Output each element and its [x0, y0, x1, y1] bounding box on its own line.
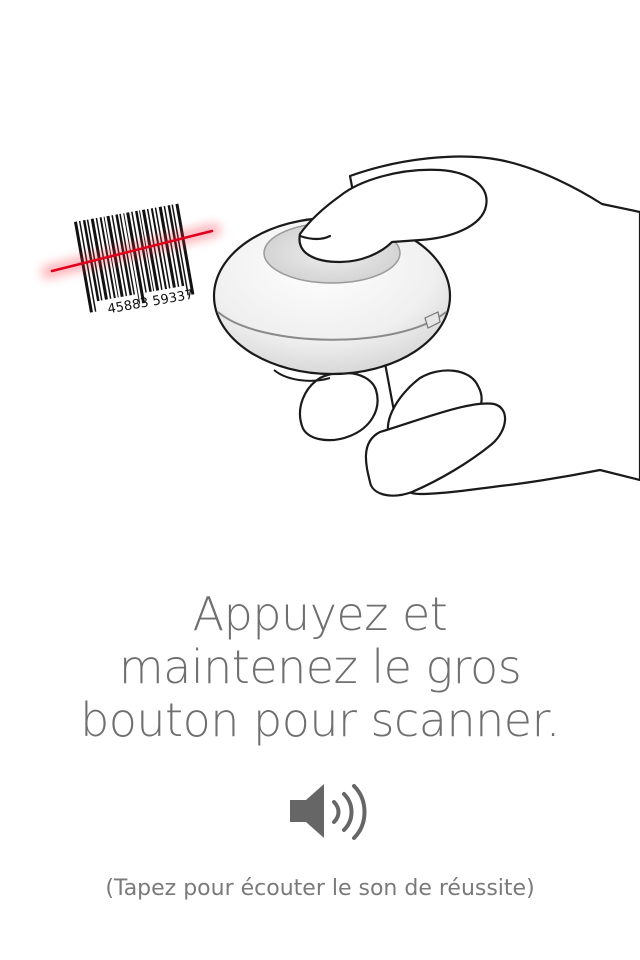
- scanner-illustration: 45883 59337: [41, 155, 640, 497]
- play-sound-button[interactable]: [280, 772, 380, 852]
- speaker-volume-icon: [290, 784, 367, 840]
- instruction-line-3: bouton pour scanner.: [80, 693, 560, 747]
- scan-instruction: Appuyez et maintenez le gros bouton pour…: [0, 588, 640, 747]
- instruction-line-1: Appuyez et: [192, 587, 448, 641]
- instruction-line-2: maintenez le gros: [118, 640, 522, 694]
- barcode-number: 45883 59337: [106, 288, 194, 318]
- play-sound-hint[interactable]: (Tapez pour écouter le son de réussite): [0, 874, 640, 904]
